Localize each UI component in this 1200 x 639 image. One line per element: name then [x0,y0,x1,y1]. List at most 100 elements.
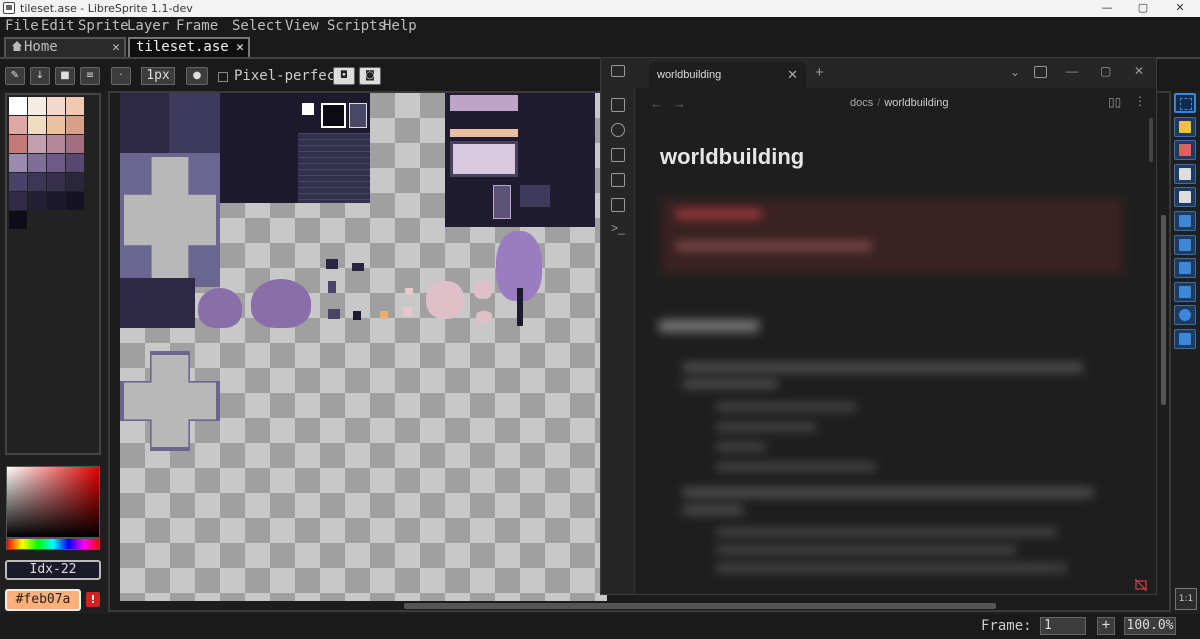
obsidian-minimize-button[interactable]: — [1066,64,1078,78]
maximize-button[interactable]: ▢ [1133,1,1153,15]
obsidian-close-button[interactable]: ✕ [1134,64,1144,78]
sidebar-toggle-icon[interactable] [611,65,625,77]
rectangle-icon-glyph [1179,285,1191,298]
palette-swatch[interactable] [47,173,65,191]
new-tab-icon[interactable]: + [815,64,824,81]
brush-down-button[interactable]: ↓ [30,67,50,85]
obsidian-maximize-button[interactable]: ▢ [1100,64,1111,78]
eraser-icon[interactable] [1174,140,1196,161]
one-to-one-zoom-button[interactable]: 1:1 [1175,588,1197,610]
menu-select[interactable]: Select [232,18,283,34]
reading-view-icon[interactable]: ▯▯ [1108,95,1121,109]
color-warning-icon[interactable]: ! [86,592,100,607]
vertical-scrollbar[interactable] [1161,215,1166,405]
sprite-canvas[interactable] [120,93,607,601]
breadcrumb-file[interactable]: worldbuilding [884,97,948,109]
palette-swatch[interactable] [28,97,46,115]
add-frame-button[interactable]: + [1097,617,1115,635]
tab-home-close-icon[interactable]: ✕ [112,39,120,56]
color-spectrum-field[interactable] [6,466,100,538]
paint-bucket-icon[interactable] [1174,234,1196,255]
bush-large [251,279,311,328]
menu-edit[interactable]: Edit [41,18,75,34]
brush-size-field[interactable]: 1px [141,67,175,85]
palette-swatch[interactable] [9,173,27,191]
foreground-color-hex[interactable]: #feb07a [5,589,81,611]
horizontal-scrollbar[interactable] [404,603,996,609]
filled-ellipse-icon[interactable] [1174,305,1196,326]
terminal-icon[interactable]: >_ [611,221,625,235]
palette-swatch[interactable] [66,135,84,153]
obsidian-tab-close-icon[interactable]: ✕ [787,67,798,83]
canvas-icon[interactable] [611,148,625,162]
transparent-color-button[interactable]: ◘ [333,67,355,85]
frame-number-input[interactable]: 1 [1040,617,1086,635]
zoom-field[interactable]: 100.0% [1124,617,1176,635]
minimize-button[interactable]: — [1097,1,1117,15]
menu-view[interactable]: View [285,18,319,34]
open-quick-switcher-icon[interactable] [611,98,625,112]
palette-swatch[interactable] [47,135,65,153]
palette-swatch[interactable] [28,173,46,191]
palette-swatch[interactable] [47,97,65,115]
brush-square-button[interactable]: ■ [55,67,75,85]
chevron-down-icon[interactable]: ⌄ [1010,65,1020,79]
sync-off-icon[interactable] [1135,579,1147,591]
pencil-icon[interactable] [1174,116,1196,137]
palette-swatch[interactable] [66,192,84,210]
palette-swatch[interactable] [28,135,46,153]
palette-swatch[interactable] [66,154,84,172]
breadcrumb-folder[interactable]: docs [850,97,873,109]
graph-view-icon[interactable] [611,123,625,137]
brush-pen-button[interactable]: ✎ [5,67,25,85]
opaque-color-button[interactable]: ◙ [359,67,381,85]
templates-icon[interactable] [611,198,625,212]
menu-help[interactable]: Help [383,18,417,34]
palette-swatch[interactable] [9,192,27,210]
palette-swatch[interactable] [47,154,65,172]
palette-swatch[interactable] [9,116,27,134]
menu-layer[interactable]: Layer [127,18,169,34]
tab-home[interactable]: Home ✕ [4,37,126,57]
brush-type-button[interactable]: · [111,67,131,85]
line-icon[interactable] [1174,258,1196,279]
item-sprite [328,309,340,319]
palette-swatch[interactable] [66,173,84,191]
palette-swatch[interactable] [28,192,46,210]
hue-slider[interactable] [6,538,100,550]
tab-tileset-close-icon[interactable]: ✕ [236,39,244,56]
more-options-icon[interactable]: ⋮ [1134,94,1146,108]
palette-swatch[interactable] [9,97,27,115]
palette-swatch[interactable] [47,116,65,134]
rectangle-icon[interactable] [1174,281,1196,302]
back-arrow-icon[interactable]: ← [650,96,663,111]
calendar-icon[interactable] [611,173,625,187]
menu-frame[interactable]: Frame [176,18,218,34]
palette-swatch[interactable] [9,211,27,229]
obsidian-tab-worldbuilding[interactable]: worldbuilding ✕ [649,62,806,88]
move-icon[interactable] [1174,211,1196,231]
forward-arrow-icon[interactable]: → [673,96,686,111]
palette-swatch[interactable] [66,116,84,134]
ink-button[interactable]: ● [186,67,208,85]
brush-options-button[interactable]: ≡ [80,67,100,85]
menu-file[interactable]: File [5,18,39,34]
palette-swatch[interactable] [28,116,46,134]
blur-icon[interactable] [1174,329,1196,349]
obsidian-scrollbar[interactable] [1149,118,1153,162]
palette-swatch[interactable] [9,135,27,153]
pixel-perfect-checkbox[interactable] [218,72,228,82]
palette-swatch[interactable] [9,154,27,172]
rectangular-marquee-icon[interactable] [1174,93,1196,113]
palette-swatch[interactable] [47,192,65,210]
status-bar: Frame: 1 + 100.0% [0,614,1200,639]
close-button[interactable]: ✕ [1170,1,1190,15]
right-sidebar-toggle-icon[interactable] [1034,66,1047,78]
tab-tileset[interactable]: tileset.ase ✕ [128,37,250,57]
palette-swatch[interactable] [66,97,84,115]
menu-scripts[interactable]: Scripts [327,18,386,34]
palette-swatch[interactable] [28,154,46,172]
menu-sprite[interactable]: Sprite [78,18,129,34]
eyedropper-icon[interactable] [1174,163,1196,184]
zoom-icon[interactable] [1174,187,1196,208]
